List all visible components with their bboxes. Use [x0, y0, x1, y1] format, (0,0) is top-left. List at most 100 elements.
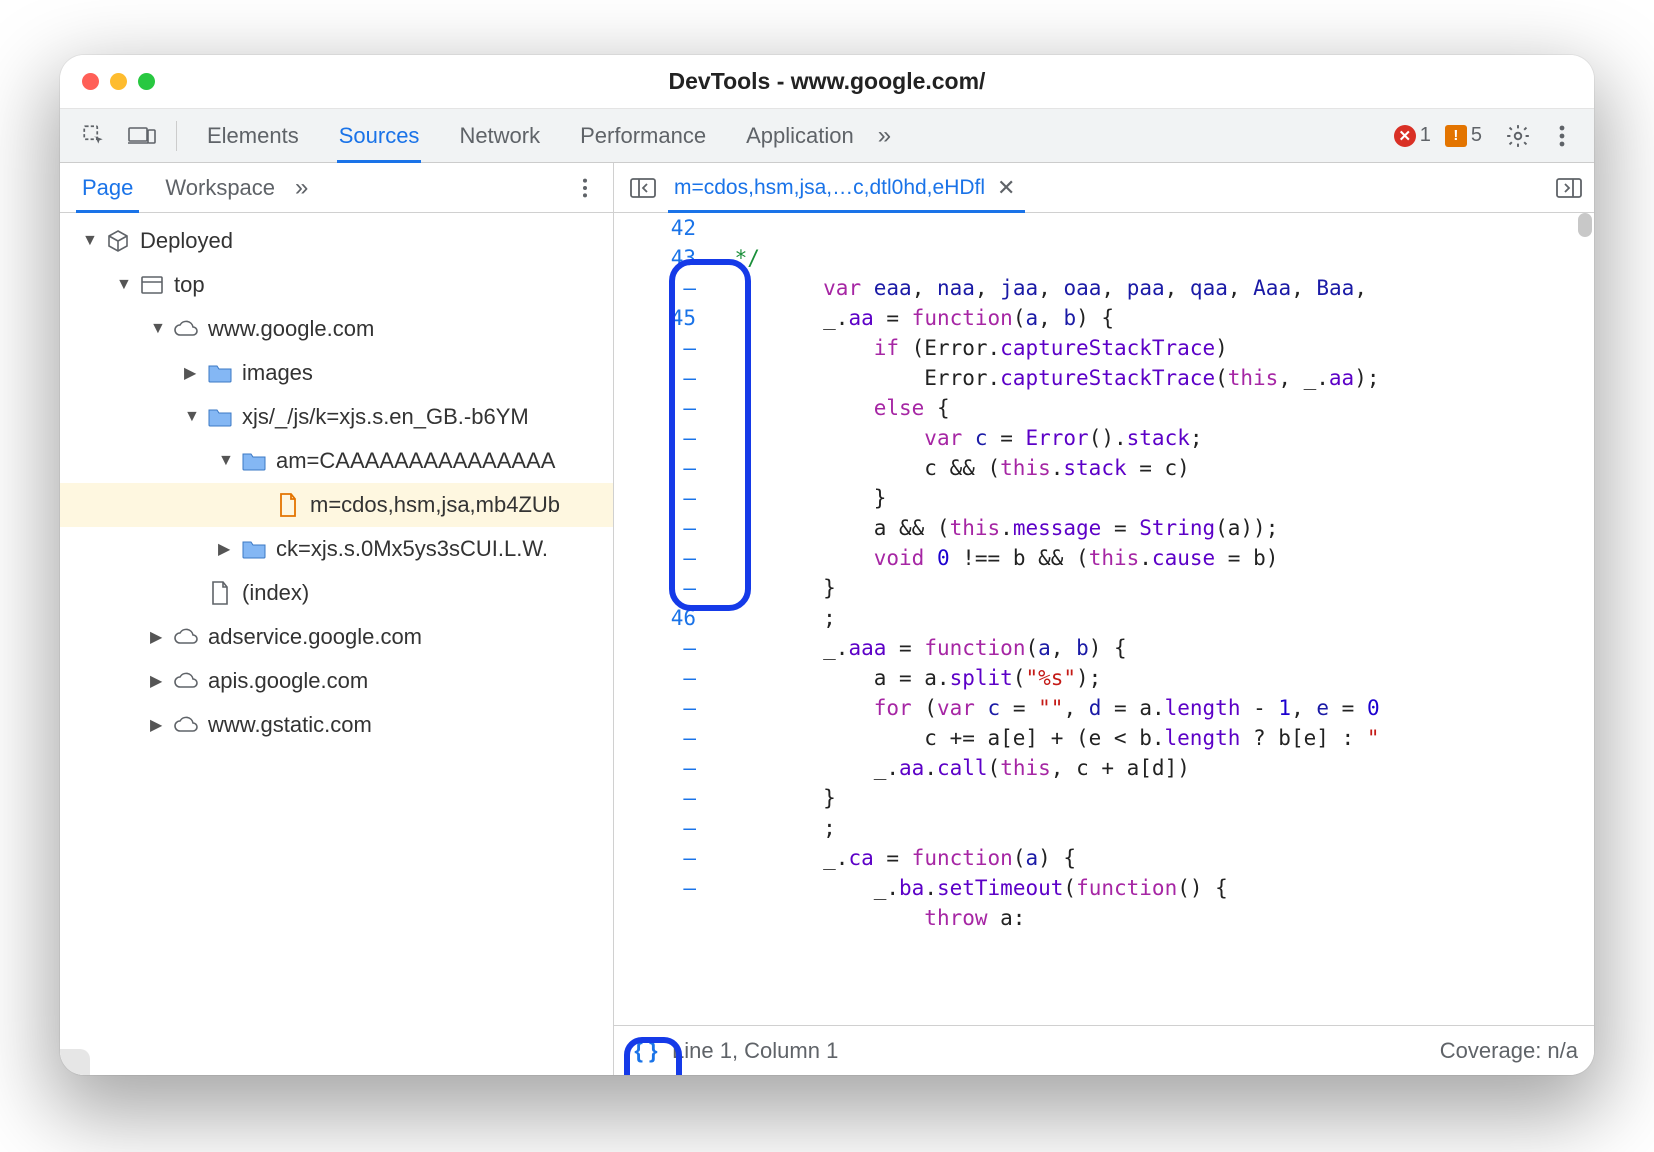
gutter-line[interactable]	[614, 393, 696, 423]
sidebar-tab-page[interactable]: Page	[66, 163, 149, 212]
tree-row[interactable]: ▼ Deployed	[60, 219, 613, 263]
gutter-line[interactable]: 42	[614, 213, 696, 243]
tree-row-label: m=cdos,hsm,jsa,mb4ZUb	[310, 492, 560, 518]
tree-row-label: ck=xjs.s.0Mx5ys3sCUI.L.W.	[276, 536, 548, 562]
disclosure-triangle-icon[interactable]: ▶	[184, 363, 198, 383]
gutter-line[interactable]	[614, 513, 696, 543]
tree-row-label: top	[174, 272, 205, 298]
tree-row[interactable]: (index)	[60, 571, 613, 615]
tree-row[interactable]: ▼xjs/_/js/k=xjs.s.en_GB.-b6YM	[60, 395, 613, 439]
settings-gear-icon[interactable]	[1502, 120, 1534, 152]
tree-row[interactable]: ▼am=CAAAAAAAAAAAAAAA	[60, 439, 613, 483]
gutter-line[interactable]: 46	[614, 603, 696, 633]
gutter-line[interactable]	[614, 543, 696, 573]
tree-row-label: adservice.google.com	[208, 624, 422, 650]
error-count-badge[interactable]: ✕ 1	[1394, 124, 1431, 147]
gutter-line[interactable]	[614, 633, 696, 663]
code-content[interactable]: */ var eaa, naa, jaa, oaa, paa, qaa, Aaa…	[710, 213, 1594, 1025]
disclosure-triangle-icon[interactable]: ▼	[116, 276, 130, 294]
gutter-line[interactable]	[614, 843, 696, 873]
warning-count-badge[interactable]: ! 5	[1445, 124, 1482, 147]
cursor-position-label: Line 1, Column 1	[672, 1038, 838, 1064]
editor-tab-label: m=cdos,hsm,jsa,…c,dtl0hd,eHDfl	[674, 176, 985, 200]
window-title: DevTools - www.google.com/	[60, 68, 1594, 95]
gutter-line[interactable]	[614, 663, 696, 693]
tree-row[interactable]: ▶ images	[60, 351, 613, 395]
error-count: 1	[1420, 124, 1431, 147]
disclosure-triangle-icon[interactable]: ▶	[150, 671, 164, 691]
tab-network[interactable]: Network	[439, 109, 560, 162]
device-toolbar-icon[interactable]	[124, 118, 160, 154]
gutter-line[interactable]	[614, 273, 696, 303]
tree-row[interactable]: ▼ top	[60, 263, 613, 307]
disclosure-triangle-icon[interactable]: ▶	[150, 627, 164, 647]
gutter-line[interactable]	[614, 483, 696, 513]
gutter-line[interactable]	[614, 783, 696, 813]
kebab-menu-icon[interactable]	[1546, 120, 1578, 152]
disclosure-triangle-icon[interactable]: ▶	[218, 539, 232, 559]
editor-file-tab[interactable]: m=cdos,hsm,jsa,…c,dtl0hd,eHDfl ✕	[668, 163, 1025, 212]
tree-row[interactable]: ▶ apis.google.com	[60, 659, 613, 703]
tree-row-label: Deployed	[140, 228, 233, 254]
pretty-print-button[interactable]: { }	[630, 1035, 662, 1067]
code-editor[interactable]: 4243 45 46 */ var eaa, naa, jaa, oaa, paa,…	[614, 213, 1594, 1025]
gutter-line[interactable]	[614, 873, 696, 903]
gutter-line[interactable]	[614, 573, 696, 603]
gutter-line[interactable]	[614, 723, 696, 753]
maximize-window-button[interactable]	[138, 73, 155, 90]
gutter-line[interactable]	[614, 333, 696, 363]
toggle-navigator-icon[interactable]	[624, 169, 662, 207]
gutter-line[interactable]	[614, 753, 696, 783]
tab-sources[interactable]: Sources	[319, 109, 440, 162]
coverage-label: Coverage: n/a	[1440, 1038, 1578, 1064]
resize-handle[interactable]	[60, 1049, 90, 1075]
tree-row[interactable]: ▼www.google.com	[60, 307, 613, 351]
editor-statusbar: { } Line 1, Column 1 Coverage: n/a	[614, 1025, 1594, 1075]
source-editor-pane: m=cdos,hsm,jsa,…c,dtl0hd,eHDfl ✕ 4243454…	[614, 163, 1594, 1075]
sidebar-kebab-menu-icon[interactable]	[569, 172, 601, 204]
close-tab-icon[interactable]: ✕	[997, 175, 1015, 201]
more-tabs-button[interactable]: »	[878, 122, 891, 150]
disclosure-triangle-icon[interactable]: ▶	[150, 715, 164, 735]
gutter-line[interactable]	[614, 423, 696, 453]
warning-count: 5	[1471, 124, 1482, 147]
cloud-icon	[172, 667, 200, 695]
cloud-icon	[172, 315, 200, 343]
gutter-line[interactable]	[614, 813, 696, 843]
tree-row[interactable]: ▶ adservice.google.com	[60, 615, 613, 659]
tree-row[interactable]: ▶ ck=xjs.s.0Mx5ys3sCUI.L.W.	[60, 527, 613, 571]
sidebar-tab-workspace[interactable]: Workspace	[149, 163, 291, 212]
gutter-line[interactable]: 43	[614, 243, 696, 273]
cloud-icon	[172, 623, 200, 651]
gutter-line[interactable]	[614, 693, 696, 723]
disclosure-triangle-icon[interactable]: ▼	[150, 320, 164, 338]
gutter-line[interactable]: 45	[614, 303, 696, 333]
tree-row-label: images	[242, 360, 313, 386]
file-tree: ▼ Deployed ▼ top ▼www.google.com ▶ images ▼xjs/…	[60, 213, 613, 1075]
cube-icon	[104, 227, 132, 255]
tree-row[interactable]: ▶www.gstatic.com	[60, 703, 613, 747]
warning-icon: !	[1445, 125, 1467, 147]
tab-elements[interactable]: Elements	[187, 109, 319, 162]
disclosure-triangle-icon[interactable]: ▼	[184, 408, 198, 426]
window-titlebar: DevTools - www.google.com/	[60, 55, 1594, 109]
tab-performance[interactable]: Performance	[560, 109, 726, 162]
scrollbar-track[interactable]	[1576, 213, 1594, 1025]
gutter-line[interactable]	[614, 453, 696, 483]
sidebar-more-tabs-button[interactable]: »	[295, 174, 308, 202]
devtools-main-toolbar: Elements Sources Network Performance App…	[60, 109, 1594, 163]
tree-row-label: apis.google.com	[208, 668, 368, 694]
line-number-gutter[interactable]: 4243 45 46	[614, 213, 710, 1025]
scrollbar-thumb[interactable]	[1578, 213, 1592, 237]
inspect-element-icon[interactable]	[76, 118, 112, 154]
disclosure-triangle-icon[interactable]: ▼	[218, 452, 232, 470]
tree-row[interactable]: m=cdos,hsm,jsa,mb4ZUb	[60, 483, 613, 527]
minimize-window-button[interactable]	[110, 73, 127, 90]
folder-icon	[206, 359, 234, 387]
disclosure-triangle-icon[interactable]: ▼	[82, 232, 96, 250]
gutter-line[interactable]	[614, 363, 696, 393]
close-window-button[interactable]	[82, 73, 99, 90]
folder-icon	[240, 447, 268, 475]
tab-application[interactable]: Application	[726, 109, 874, 162]
toggle-debugger-sidebar-icon[interactable]	[1550, 169, 1588, 207]
